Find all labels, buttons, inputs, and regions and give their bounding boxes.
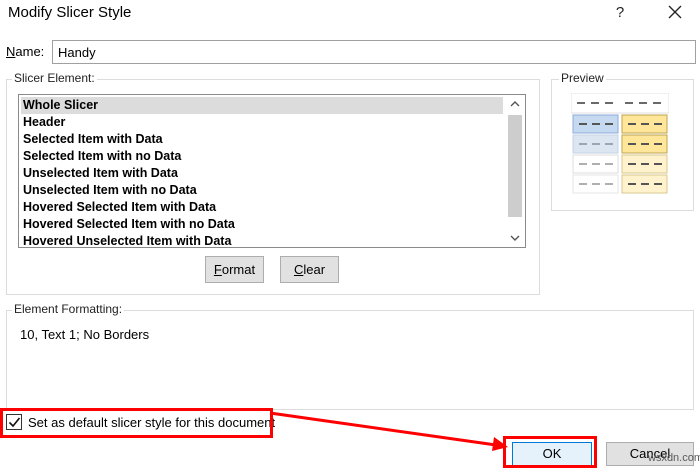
chevron-down-icon [510,235,520,241]
checkmark-icon [8,417,21,428]
element-formatting-group [6,310,694,410]
default-style-checkbox-row[interactable]: Set as default slicer style for this doc… [6,412,275,434]
list-item-selected-with-data[interactable]: Selected Item with Data [21,131,503,148]
clear-button[interactable]: Clear [280,256,339,283]
list-item-unselected-no-data[interactable]: Unselected Item with no Data [21,182,503,199]
list-item-whole-slicer[interactable]: Whole Slicer [21,97,503,114]
list-item-hovered-selected-with-data[interactable]: Hovered Selected Item with Data [21,199,503,216]
name-label: Name: [6,44,45,59]
slicer-element-label: Slicer Element: [12,71,97,85]
list-scrollbar[interactable] [505,95,525,247]
close-icon [668,5,682,19]
scroll-thumb[interactable] [508,115,522,217]
watermark: wsxdn.com [648,452,700,464]
element-formatting-label: Element Formatting: [12,302,125,316]
slicer-preview-image [571,93,669,194]
slicer-element-list[interactable]: Whole Slicer Header Selected Item with D… [18,94,526,248]
name-input[interactable] [52,40,696,64]
list-item-hovered-unselected-with-data[interactable]: Hovered Unselected Item with Data [21,233,503,247]
list-item-unselected-with-data[interactable]: Unselected Item with Data [21,165,503,182]
close-button[interactable] [658,0,692,26]
format-button[interactable]: Format [205,256,264,283]
scroll-up-button[interactable] [505,95,525,113]
default-style-checkbox[interactable] [6,414,22,430]
list-item-hovered-selected-no-data[interactable]: Hovered Selected Item with no Data [21,216,503,233]
scroll-down-button[interactable] [505,229,525,247]
list-item-selected-no-data[interactable]: Selected Item with no Data [21,148,503,165]
dialog-title: Modify Slicer Style [8,4,132,21]
list-item-header[interactable]: Header [21,114,503,131]
preview-label: Preview [559,71,606,85]
chevron-up-icon [510,101,520,107]
annotation-arrow-icon [269,411,508,451]
default-style-checkbox-label: Set as default slicer style for this doc… [28,415,276,430]
help-button[interactable]: ? [606,2,634,24]
element-formatting-value: 10, Text 1; No Borders [20,327,150,342]
ok-button[interactable]: OK [512,442,592,466]
